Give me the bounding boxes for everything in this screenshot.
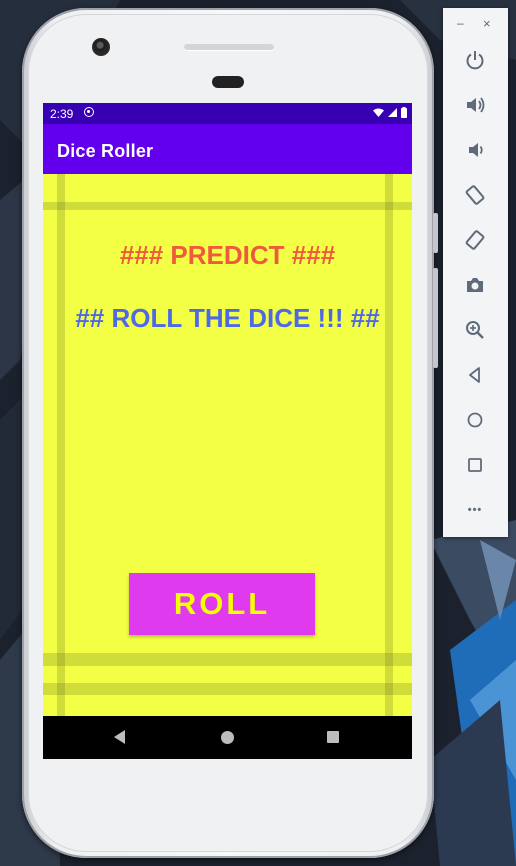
- close-button[interactable]: ×: [483, 16, 491, 31]
- camera-icon: [467, 278, 483, 292]
- earpiece-speaker: [184, 44, 274, 50]
- sync-icon: [84, 107, 94, 117]
- rotate-right-button[interactable]: [455, 223, 495, 257]
- home-button[interactable]: [455, 403, 495, 437]
- overview-icon: [468, 458, 482, 472]
- rotate-left-icon: [465, 185, 485, 205]
- home-icon: [467, 412, 483, 428]
- minimize-button[interactable]: –: [457, 16, 464, 30]
- back-button[interactable]: [455, 358, 495, 392]
- app-title: Dice Roller: [57, 141, 154, 161]
- toolbar-window-controls: – ×: [443, 16, 508, 32]
- zoom-icon: [466, 321, 484, 339]
- zoom-button[interactable]: [455, 313, 495, 347]
- emulator-toolbar: – × •••: [443, 8, 508, 537]
- status-time: 2:39: [50, 107, 74, 121]
- more-icon[interactable]: •••: [455, 493, 495, 527]
- navigation-bar: [43, 716, 412, 759]
- power-side-button: [433, 268, 438, 368]
- signal-icon: [388, 108, 397, 117]
- nav-back-icon[interactable]: [114, 730, 125, 744]
- front-camera: [92, 38, 110, 56]
- power-button[interactable]: [455, 43, 495, 77]
- back-icon: [469, 367, 480, 383]
- rotate-right-icon: [465, 230, 485, 250]
- dice-roller-content: ### PREDICT ### ## ROLL THE DICE !!! ## …: [43, 174, 412, 716]
- device-screen: 2:39 Dice Roller ### PREDICT ### ## ROLL…: [43, 103, 412, 759]
- proximity-sensor: [212, 76, 244, 88]
- nav-home-icon[interactable]: [221, 731, 234, 744]
- screenshot-button[interactable]: [455, 268, 495, 302]
- rotate-left-button[interactable]: [455, 178, 495, 212]
- volume-up-button[interactable]: [455, 88, 495, 122]
- stripe-horizontal: [43, 202, 412, 210]
- nav-recents-icon[interactable]: [327, 731, 339, 743]
- app-bar: Dice Roller: [43, 124, 412, 174]
- status-icons: [373, 107, 407, 118]
- roll-button[interactable]: ROLL: [129, 573, 315, 635]
- stripe-horizontal: [43, 653, 412, 666]
- volume-up-icon: [467, 97, 485, 113]
- volume-rocker: [433, 213, 438, 253]
- predict-heading: ### PREDICT ###: [119, 240, 336, 270]
- volume-down-button[interactable]: [455, 133, 495, 167]
- roll-the-dice-heading: ## ROLL THE DICE !!! ##: [75, 303, 380, 333]
- wifi-icon: [373, 108, 384, 117]
- volume-down-icon: [469, 143, 483, 157]
- overview-button[interactable]: [455, 448, 495, 482]
- power-icon: [466, 51, 484, 70]
- stripe-horizontal: [43, 683, 412, 695]
- status-bar: 2:39: [43, 103, 412, 124]
- battery-icon: [401, 107, 407, 118]
